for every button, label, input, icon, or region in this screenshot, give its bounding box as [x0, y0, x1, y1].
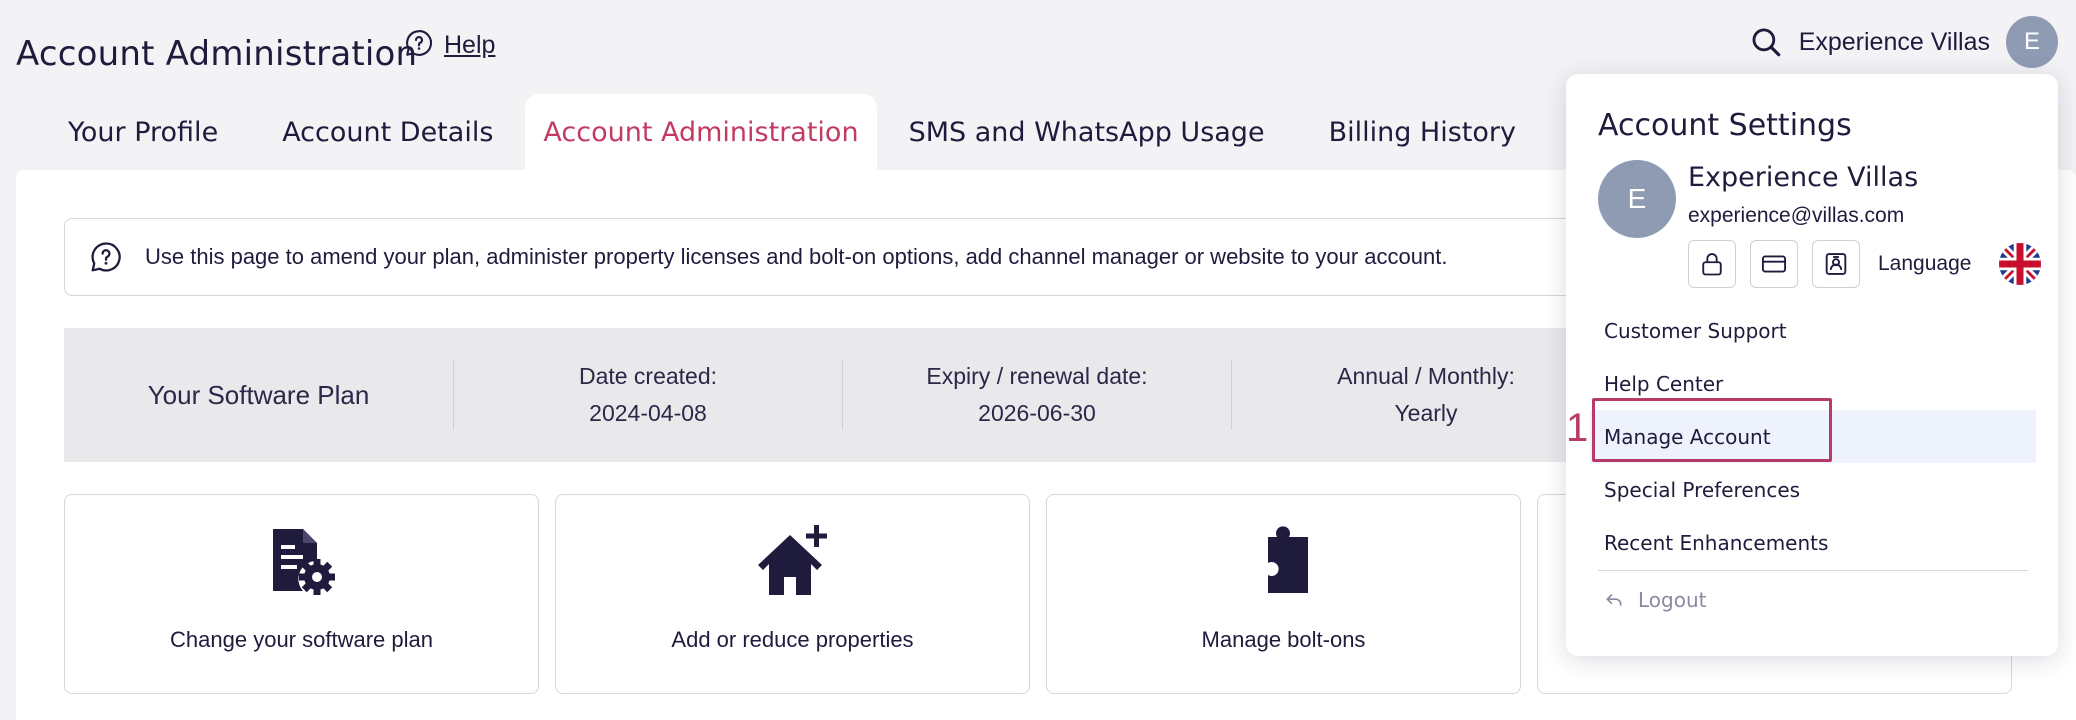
- dropdown-title: Account Settings: [1598, 108, 1852, 143]
- billing-label: Annual / Monthly:: [1337, 363, 1515, 389]
- help-icon: [89, 240, 123, 274]
- annotation-highlight-box: [1592, 398, 1832, 462]
- add-reduce-properties-label: Add or reduce properties: [671, 627, 914, 652]
- tab-sms-whatsapp-usage[interactable]: SMS and WhatsApp Usage: [877, 94, 1297, 170]
- tab-account-details[interactable]: Account Details: [250, 94, 525, 170]
- billing-card-button[interactable]: [1750, 240, 1798, 288]
- menu-item-special-preferences[interactable]: Special Preferences: [1590, 463, 2036, 516]
- plan-title: Your Software Plan: [64, 360, 453, 430]
- manage-bolt-ons-card[interactable]: Manage bolt-ons: [1046, 494, 1521, 694]
- logout-label: Logout: [1638, 588, 1707, 612]
- date-created: Date created: 2024-04-08: [453, 360, 842, 430]
- user-area: Experience Villas E: [1749, 16, 2058, 68]
- uk-flag-icon[interactable]: [1999, 243, 2042, 285]
- menu-item-customer-support[interactable]: Customer Support: [1590, 304, 2036, 357]
- password-button[interactable]: [1688, 240, 1736, 288]
- menu-item-recent-enhancements[interactable]: Recent Enhancements: [1590, 516, 2036, 569]
- logout-button[interactable]: Logout: [1604, 588, 1706, 612]
- billing-frequency: Annual / Monthly: Yearly: [1231, 360, 1620, 430]
- expiry-label: Expiry / renewal date:: [926, 363, 1148, 389]
- add-reduce-properties-card[interactable]: Add or reduce properties: [555, 494, 1030, 694]
- tab-billing-history[interactable]: Billing History: [1297, 94, 1548, 170]
- lock-icon: [1698, 250, 1726, 278]
- help-label: Help: [444, 31, 496, 59]
- credit-card-icon: [1760, 250, 1788, 278]
- language-label: Language: [1878, 252, 1972, 275]
- change-plan-card[interactable]: Change your software plan: [64, 494, 539, 694]
- account-email: experience@villas.com: [1688, 204, 1905, 227]
- plan-title-text: Your Software Plan: [147, 379, 370, 410]
- search-icon[interactable]: [1749, 25, 1783, 59]
- user-name[interactable]: Experience Villas: [1799, 28, 1990, 57]
- expiry-value: 2026-06-30: [978, 400, 1096, 426]
- expiry-date: Expiry / renewal date: 2026-06-30: [842, 360, 1231, 430]
- id-badge-icon: [1822, 250, 1850, 278]
- tab-bar: Your Profile Account Details Account Adm…: [36, 94, 1548, 170]
- manage-bolt-ons-label: Manage bolt-ons: [1201, 627, 1366, 652]
- dropdown-divider: [1598, 570, 2028, 571]
- billing-value: Yearly: [1394, 400, 1458, 426]
- date-created-label: Date created:: [578, 363, 718, 389]
- document-gear-icon: [269, 523, 335, 599]
- contact-card-button[interactable]: [1812, 240, 1860, 288]
- house-plus-icon: [754, 523, 832, 599]
- tab-your-profile[interactable]: Your Profile: [36, 94, 250, 170]
- account-quick-actions: Language: [1688, 240, 2042, 288]
- avatar: E: [1598, 160, 1676, 238]
- date-created-value: 2024-04-08: [589, 400, 707, 426]
- change-plan-label: Change your software plan: [170, 627, 433, 652]
- page: Account Administration Help Experience V…: [0, 0, 2076, 720]
- info-message: Use this page to amend your plan, admini…: [145, 244, 1448, 269]
- account-name: Experience Villas: [1688, 162, 1919, 193]
- tab-account-administration[interactable]: Account Administration: [525, 94, 877, 170]
- puzzle-icon: [1256, 523, 1312, 599]
- help-icon: [404, 28, 434, 63]
- annotation-number: 1: [1566, 406, 1589, 450]
- avatar[interactable]: E: [2006, 16, 2058, 68]
- logout-icon: [1604, 590, 1624, 610]
- account-settings-dropdown: Account Settings E Experience Villas exp…: [1566, 74, 2058, 656]
- help-link[interactable]: Help: [404, 28, 495, 63]
- page-title: Account Administration: [16, 34, 418, 74]
